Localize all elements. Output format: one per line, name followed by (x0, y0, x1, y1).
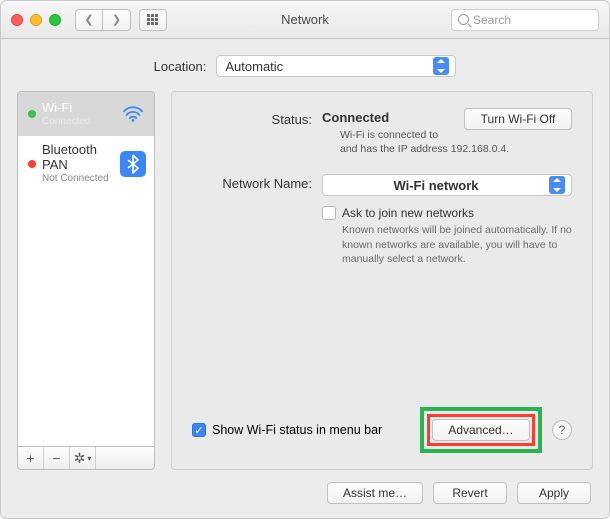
chevron-down-icon: ▾ (87, 454, 91, 463)
search-icon (458, 14, 469, 25)
sidebar-toolbar: + − ✲ ▾ (17, 446, 155, 470)
apply-button[interactable]: Apply (517, 482, 591, 504)
remove-service-button[interactable]: − (44, 447, 70, 469)
network-name-select[interactable]: Wi-Fi network (322, 174, 572, 196)
location-row: Location: Automatic (1, 39, 609, 91)
service-name: Bluetooth PAN (42, 143, 120, 173)
window-title: Network (281, 12, 329, 27)
chevron-updown-icon (433, 57, 449, 75)
network-name-label: Network Name: (192, 174, 322, 196)
revert-button[interactable]: Revert (433, 482, 507, 504)
grid-icon (147, 14, 159, 26)
location-label: Location: (154, 59, 207, 74)
service-status: Not Connected (42, 173, 120, 185)
search-input[interactable]: Search (451, 9, 599, 31)
status-desc-line2: and has the IP address 192.168.0.4. (340, 143, 509, 155)
service-list: Wi-Fi Connected Bluetooth PAN Not Connec… (17, 91, 155, 447)
back-button[interactable]: ❮ (75, 9, 103, 31)
chevron-updown-icon (549, 176, 565, 194)
advanced-button[interactable]: Advanced… (432, 419, 530, 441)
gear-icon: ✲ (74, 450, 86, 467)
assist-me-button[interactable]: Assist me… (327, 482, 423, 504)
show-status-checkbox[interactable]: ✓ (192, 423, 206, 437)
search-placeholder: Search (473, 13, 511, 27)
help-button[interactable]: ? (552, 420, 572, 440)
status-desc-line1: Wi-Fi is connected to (340, 129, 438, 141)
wifi-icon (120, 101, 146, 127)
footer: Assist me… Revert Apply (1, 470, 609, 518)
window-controls (11, 14, 61, 26)
ask-join-note: Known networks will be joined automatica… (342, 223, 572, 266)
sidebar-item-bluetooth-pan[interactable]: Bluetooth PAN Not Connected (18, 136, 154, 191)
network-name-value: Wi-Fi network (331, 178, 541, 193)
service-status: Connected (42, 116, 120, 128)
status-dot-disconnected-icon (28, 160, 36, 168)
zoom-icon[interactable] (49, 14, 61, 26)
ask-join-checkbox[interactable] (322, 206, 336, 220)
detail-panel: Turn Wi-Fi Off Status: Connected Wi-Fi i… (171, 91, 593, 470)
service-sidebar: Wi-Fi Connected Bluetooth PAN Not Connec… (17, 91, 155, 470)
ask-join-label: Ask to join new networks (342, 206, 474, 220)
show-status-label: Show Wi-Fi status in menu bar (212, 423, 382, 437)
add-service-button[interactable]: + (18, 447, 44, 469)
show-all-button[interactable] (139, 9, 167, 31)
location-value: Automatic (225, 59, 283, 74)
bluetooth-icon (120, 151, 146, 177)
main-area: Wi-Fi Connected Bluetooth PAN Not Connec… (1, 91, 609, 470)
service-actions-button[interactable]: ✲ ▾ (70, 447, 96, 469)
location-select[interactable]: Automatic (216, 55, 456, 77)
status-label: Status: (192, 110, 322, 156)
turn-wifi-off-button[interactable]: Turn Wi-Fi Off (464, 108, 572, 130)
status-dot-connected-icon (28, 110, 36, 118)
advanced-highlight: Advanced… (420, 407, 542, 453)
detail-bottom-row: ✓ Show Wi-Fi status in menu bar Advanced… (192, 407, 572, 453)
sidebar-item-wifi[interactable]: Wi-Fi Connected (18, 92, 154, 136)
titlebar: ❮ ❯ Network Search (1, 1, 609, 39)
minimize-icon[interactable] (30, 14, 42, 26)
close-icon[interactable] (11, 14, 23, 26)
network-preferences-window: ❮ ❯ Network Search Location: Automatic W… (0, 0, 610, 519)
nav-buttons: ❮ ❯ (75, 9, 131, 31)
service-name: Wi-Fi (42, 101, 120, 116)
forward-button: ❯ (103, 9, 131, 31)
